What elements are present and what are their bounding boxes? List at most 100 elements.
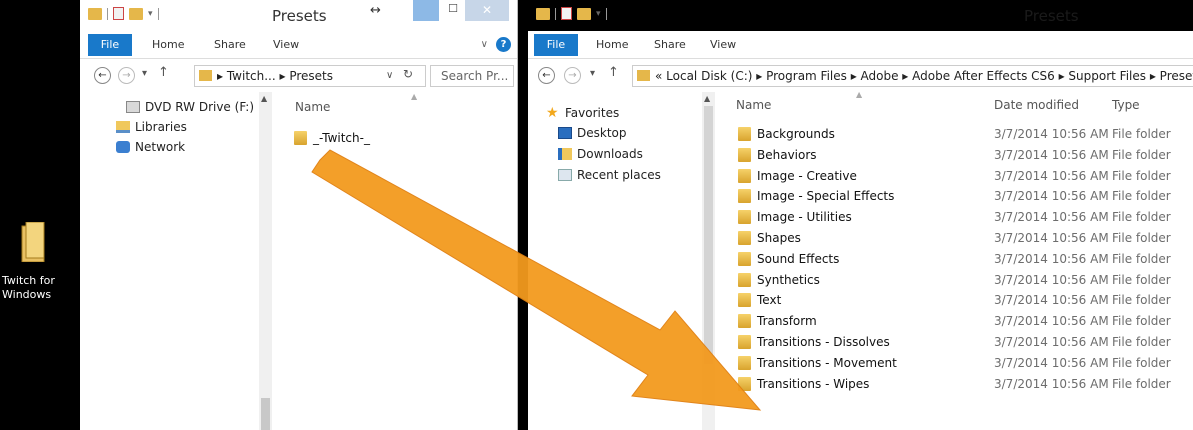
desktop: Twitch for Windows: [0, 0, 80, 430]
file-date-modified: 3/7/2014 10:56 AM: [994, 127, 1109, 141]
column-header-name[interactable]: Name: [736, 98, 771, 112]
address-dropdown-icon[interactable]: ∨: [386, 70, 393, 81]
properties-icon[interactable]: [561, 7, 572, 20]
column-header-name[interactable]: Name: [295, 100, 330, 114]
file-date-modified: 3/7/2014 10:56 AM: [994, 335, 1109, 349]
expand-ribbon-icon[interactable]: ∨: [481, 39, 488, 50]
file-name: Behaviors: [757, 147, 817, 162]
nav-item-dvd-drive[interactable]: DVD RW Drive (F:): [126, 100, 254, 114]
title-bar[interactable]: ▾ Presets: [528, 0, 1193, 31]
column-header-type[interactable]: Type: [1112, 98, 1140, 112]
file-name: Transitions - Wipes: [757, 376, 870, 391]
customize-dropdown-icon[interactable]: ▾: [148, 9, 153, 19]
tab-share[interactable]: Share: [214, 35, 246, 55]
nav-item-downloads[interactable]: Downloads: [558, 147, 643, 161]
address-path: « Local Disk (C:) ▸ Program Files ▸ Adob…: [655, 69, 1193, 83]
help-icon[interactable]: ?: [496, 37, 511, 52]
libraries-icon: [116, 121, 130, 133]
scrollbar-thumb[interactable]: [704, 106, 713, 364]
file-name: Image - Utilities: [757, 210, 852, 225]
window-gap: [518, 0, 528, 430]
maximize-button[interactable]: ☐: [442, 0, 464, 21]
nav-item-label: Network: [135, 140, 186, 154]
scroll-up-icon[interactable]: ▲: [261, 94, 267, 103]
recent-locations-icon[interactable]: ▾: [142, 68, 147, 79]
file-date-modified: 3/7/2014 10:56 AM: [994, 231, 1109, 245]
file-date-modified: 3/7/2014 10:56 AM: [994, 168, 1109, 183]
nav-pane-scrollbar[interactable]: ▲: [702, 92, 715, 430]
forward-button[interactable]: →: [118, 67, 135, 84]
tab-file[interactable]: File: [534, 34, 578, 56]
file-row[interactable]: Image - Special Effects: [738, 186, 894, 206]
title-bar[interactable]: ▾ Presets ↔ ☐ ✕: [80, 0, 517, 31]
tab-home[interactable]: Home: [152, 35, 184, 55]
up-arrow-icon[interactable]: ↑: [608, 65, 619, 80]
nav-item-label: Downloads: [577, 147, 643, 161]
file-row[interactable]: Text: [738, 290, 781, 310]
file-row[interactable]: Shapes: [738, 228, 801, 248]
nav-item-libraries[interactable]: Libraries: [116, 120, 187, 134]
minimize-button[interactable]: [413, 0, 439, 21]
star-icon: ★: [546, 105, 559, 121]
scroll-up-icon[interactable]: ▲: [704, 94, 710, 103]
customize-dropdown-icon[interactable]: ▾: [596, 9, 601, 19]
tab-view[interactable]: View: [710, 35, 736, 55]
file-row[interactable]: Backgrounds: [738, 124, 835, 144]
back-button[interactable]: ←: [538, 67, 555, 84]
file-row[interactable]: Behaviors: [738, 145, 817, 165]
recent-locations-icon[interactable]: ▾: [590, 68, 595, 79]
file-row[interactable]: Image - Utilities: [738, 207, 852, 227]
refresh-icon[interactable]: ↻: [403, 67, 413, 81]
file-row[interactable]: Transitions - Wipes: [738, 374, 869, 394]
file-row[interactable]: Transitions - Dissolves: [738, 332, 890, 352]
new-folder-icon[interactable]: [577, 7, 591, 20]
file-row[interactable]: Transform: [738, 311, 817, 331]
close-button[interactable]: ✕: [465, 0, 509, 21]
nav-item-desktop[interactable]: Desktop: [558, 126, 627, 140]
column-header-date[interactable]: Date modified: [994, 98, 1079, 112]
up-arrow-icon[interactable]: ↑: [158, 65, 169, 80]
folder-icon: [738, 210, 751, 225]
new-folder-icon[interactable]: [129, 7, 143, 20]
file-type: File folder: [1112, 293, 1171, 308]
nav-item-label: Recent places: [577, 168, 661, 182]
tab-file[interactable]: File: [88, 34, 132, 56]
file-name: Image - Creative: [757, 168, 857, 183]
search-input[interactable]: Search Pr...: [430, 65, 514, 87]
network-icon: [116, 141, 130, 153]
navigation-bar: ← → ▾ ↑ « Local Disk (C:) ▸ Program File…: [528, 59, 1193, 92]
folder-icon[interactable]: [8, 222, 58, 262]
nav-item-recent-places[interactable]: Recent places: [558, 168, 661, 182]
file-row[interactable]: Sound Effects: [738, 249, 839, 269]
file-date-modified: 3/7/2014 10:56 AM: [994, 314, 1109, 329]
folder-icon: [738, 231, 751, 245]
divider: [555, 7, 556, 20]
file-row[interactable]: Image - Creative: [738, 166, 857, 186]
file-type: File folder: [1112, 168, 1171, 183]
file-type: File folder: [1112, 231, 1171, 245]
folder-icon: [738, 355, 751, 370]
folder-icon: [738, 189, 751, 204]
address-bar[interactable]: « Local Disk (C:) ▸ Program Files ▸ Adob…: [632, 65, 1193, 87]
nav-item-network[interactable]: Network: [116, 140, 185, 154]
quick-access-toolbar: ▾: [536, 7, 607, 20]
scrollbar-thumb[interactable]: [261, 398, 270, 430]
properties-icon[interactable]: [113, 7, 124, 20]
back-button[interactable]: ←: [94, 67, 111, 84]
file-row[interactable]: _-Twitch-_: [294, 128, 370, 148]
file-row[interactable]: Transitions - Movement: [738, 353, 897, 373]
file-row[interactable]: Synthetics: [738, 270, 820, 290]
file-name: _-Twitch-_: [313, 131, 370, 145]
nav-item-favorites[interactable]: ★ Favorites: [546, 106, 619, 120]
forward-button[interactable]: →: [564, 67, 581, 84]
nav-item-label: Desktop: [577, 126, 627, 140]
tab-view[interactable]: View: [273, 35, 299, 55]
tab-share[interactable]: Share: [654, 35, 686, 55]
nav-pane-scrollbar[interactable]: ▲: [259, 92, 272, 430]
divider: [107, 7, 108, 20]
address-path: ▸ Twitch... ▸ Presets: [217, 69, 334, 83]
tab-home[interactable]: Home: [596, 35, 628, 55]
file-date-modified: 3/7/2014 10:56 AM: [994, 293, 1109, 308]
file-date-modified: 3/7/2014 10:56 AM: [994, 355, 1109, 370]
desktop-icon-label[interactable]: Twitch for Windows: [2, 274, 72, 302]
